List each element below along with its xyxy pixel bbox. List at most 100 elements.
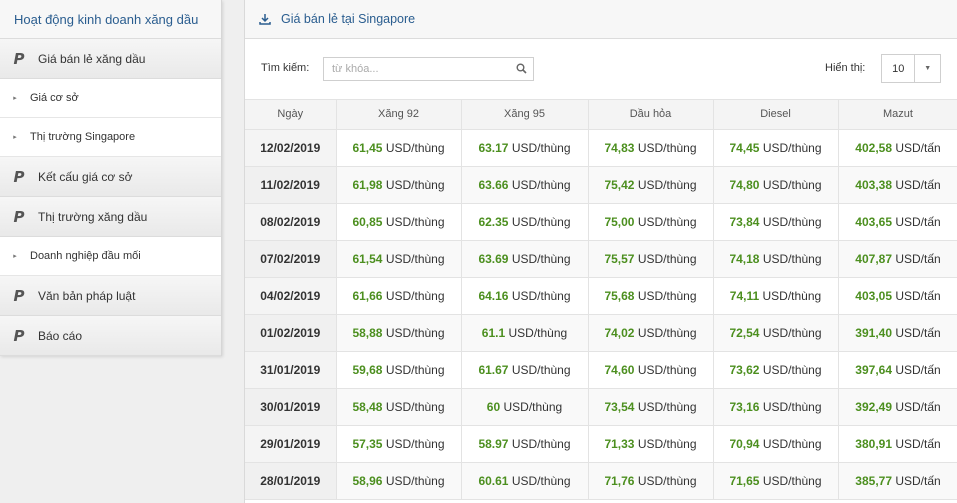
caret-right-icon: ▸ (13, 95, 17, 102)
sidebar-item[interactable]: P Văn bản pháp luật (0, 276, 221, 316)
price-unit: USD/tấn (895, 399, 941, 414)
price-unit: USD/thùng (385, 473, 445, 488)
sidebar-item[interactable]: P Báo cáo (0, 316, 221, 356)
sidebar-item-label: Báo cáo (38, 328, 83, 343)
price-unit: USD/thùng (762, 399, 822, 414)
sidebar-item[interactable]: ▸ Doanh nghiệp đầu mối (0, 237, 221, 276)
price-cell: 391,40 USD/tấn (838, 314, 957, 352)
table-row: 30/01/2019 58,48 USD/thùng 60 USD/thùng 73,… (245, 388, 957, 426)
sidebar-item[interactable]: ▸ Thị trường Singapore (0, 118, 221, 157)
column-header[interactable]: Dầu hỏa (588, 100, 714, 130)
price-unit: USD/thùng (637, 140, 697, 155)
price-unit: USD/thùng (637, 473, 697, 488)
price-unit: USD/tấn (895, 436, 941, 451)
price-value: 385,77 (855, 473, 892, 488)
sidebar-item[interactable]: P Kết cấu giá cơ sở (0, 157, 221, 197)
p-logo-icon: P (13, 207, 25, 226)
price-unit: USD/tấn (895, 140, 941, 155)
price-unit: USD/thùng (385, 436, 445, 451)
price-cell: 407,87 USD/tấn (838, 240, 957, 278)
price-cell: 58,48 USD/thùng (336, 388, 462, 426)
price-unit: USD/tấn (895, 325, 941, 340)
page-size-select[interactable]: 10 ▼ (881, 54, 941, 83)
sidebar: Hoạt động kinh doanh xăng dầu P Giá bán l… (0, 0, 222, 356)
price-unit: USD/tấn (895, 214, 941, 229)
price-value: 75,42 (604, 177, 635, 192)
price-unit: USD/thùng (762, 288, 822, 303)
download-icon[interactable] (259, 13, 281, 25)
price-unit: USD/tấn (895, 473, 941, 488)
caret-down-icon[interactable]: ▼ (914, 55, 940, 82)
price-cell: 402,58 USD/tấn (838, 129, 957, 167)
price-unit: USD/thùng (762, 214, 822, 229)
price-value: 70,94 (729, 436, 760, 451)
sidebar-item[interactable]: ▸ Giá cơ sở (0, 79, 221, 118)
date-cell: 11/02/2019 (245, 166, 337, 204)
price-cell: 58,88 USD/thùng (336, 314, 462, 352)
date-cell: 30/01/2019 (245, 388, 337, 426)
date-cell: 12/02/2019 (245, 129, 337, 167)
price-value: 74,83 (604, 140, 635, 155)
price-unit: USD/thùng (511, 288, 571, 303)
search-box[interactable] (323, 57, 534, 81)
price-unit: USD/thùng (762, 436, 822, 451)
sidebar-title: Hoạt động kinh doanh xăng dầu (0, 0, 221, 39)
panel-title: Giá bán lẻ tại Singapore (281, 12, 416, 26)
price-value: 74,18 (729, 251, 760, 266)
search-icon[interactable] (516, 63, 527, 77)
price-value: 60.61 (478, 473, 509, 488)
price-cell: 61,54 USD/thùng (336, 240, 462, 278)
price-value: 71,76 (604, 473, 635, 488)
price-value: 71,65 (729, 473, 760, 488)
price-cell: 74,45 USD/thùng (713, 129, 839, 167)
price-value: 63.66 (478, 177, 509, 192)
price-cell: 74,02 USD/thùng (588, 314, 714, 352)
price-cell: 58,96 USD/thùng (336, 462, 462, 500)
sidebar-item[interactable]: P Thị trường xăng dầu (0, 197, 221, 237)
price-unit: USD/thùng (385, 177, 445, 192)
price-cell: 74,11 USD/thùng (713, 277, 839, 315)
price-value: 64.16 (478, 288, 509, 303)
column-header[interactable]: Ngày (245, 100, 337, 130)
sidebar-item[interactable]: P Giá bán lẻ xăng dầu (0, 39, 221, 79)
sidebar-item-label: Kết cấu giá cơ sở (38, 169, 133, 184)
price-value: 61,66 (352, 288, 383, 303)
table-row: 28/01/2019 58,96 USD/thùng 60.61 USD/thùng… (245, 462, 957, 500)
column-header[interactable]: Mazut (838, 100, 957, 130)
price-unit: USD/thùng (637, 177, 697, 192)
panel-header: Giá bán lẻ tại Singapore (245, 0, 957, 39)
price-unit: USD/thùng (762, 325, 822, 340)
table-toolbar: Tìm kiếm: Hiển thị: 10 ▼ (245, 39, 957, 100)
p-logo-icon: P (13, 286, 25, 305)
column-header[interactable]: Diesel (713, 100, 839, 130)
price-unit: USD/thùng (762, 140, 822, 155)
sidebar-item-label: Giá bán lẻ xăng dầu (38, 51, 146, 66)
price-unit: USD/thùng (385, 288, 445, 303)
price-value: 380,91 (855, 436, 892, 451)
column-header[interactable]: Xăng 95 (461, 100, 589, 130)
price-unit: USD/thùng (637, 288, 697, 303)
price-value: 402,58 (855, 140, 892, 155)
price-unit: USD/thùng (637, 399, 697, 414)
price-cell: 60,85 USD/thùng (336, 203, 462, 241)
price-value: 72,54 (729, 325, 760, 340)
sidebar-item-label: Văn bản pháp luật (38, 288, 136, 303)
price-cell: 63.69 USD/thùng (461, 240, 589, 278)
price-cell: 74,80 USD/thùng (713, 166, 839, 204)
caret-right-icon: ▸ (13, 134, 17, 141)
price-value: 73,84 (729, 214, 760, 229)
price-unit: USD/thùng (385, 362, 445, 377)
price-value: 63.17 (478, 140, 509, 155)
column-header[interactable]: Xăng 92 (336, 100, 462, 130)
price-cell: 61,45 USD/thùng (336, 129, 462, 167)
table-row: 01/02/2019 58,88 USD/thùng 61.1 USD/thùng 7… (245, 314, 957, 352)
price-unit: USD/tấn (895, 288, 941, 303)
search-input[interactable] (324, 58, 504, 80)
price-value: 397,64 (855, 362, 892, 377)
price-value: 58,88 (352, 325, 383, 340)
date-cell: 29/01/2019 (245, 425, 337, 463)
sidebar-item-label: Thị trường Singapore (30, 131, 136, 143)
price-unit: USD/thùng (385, 140, 445, 155)
price-unit: USD/thùng (637, 362, 697, 377)
date-cell: 01/02/2019 (245, 314, 337, 352)
